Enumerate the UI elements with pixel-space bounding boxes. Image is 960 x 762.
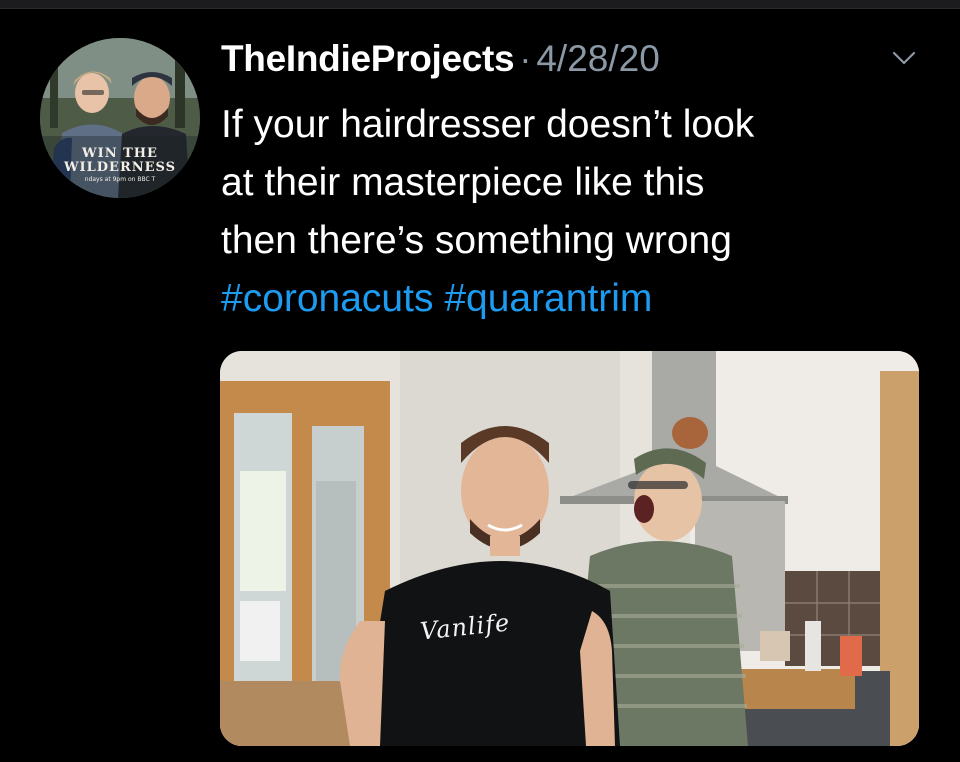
tweet-body: If your hairdresser doesn’t look at thei… bbox=[221, 96, 921, 328]
avatar-banner-line1: WIN THE bbox=[82, 146, 158, 161]
hashtag-link[interactable]: #quarantrim bbox=[444, 277, 652, 320]
separator-dot: · bbox=[519, 38, 532, 79]
hashtag-link[interactable]: #coronacuts bbox=[221, 277, 433, 320]
tweet-media-photo[interactable]: Vanlife bbox=[220, 351, 919, 746]
avatar-banner-line3: ndays at 9pm on BBC T bbox=[84, 176, 156, 183]
hashtag-line: #coronacuts #quarantrim bbox=[221, 270, 921, 328]
top-divider bbox=[0, 0, 960, 9]
avatar-banner-line2: WILDERNESS bbox=[63, 160, 177, 175]
tweet-header: TheIndieProjects · 4/28/20 bbox=[221, 38, 660, 82]
kitchen-photo bbox=[220, 351, 919, 746]
tweet-text-line: then there’s something wrong bbox=[221, 219, 732, 262]
chevron-down-icon[interactable] bbox=[890, 48, 918, 68]
tweet-text-line: at their masterpiece like this bbox=[221, 161, 705, 204]
tweet-date-link[interactable]: 4/28/20 bbox=[536, 38, 659, 80]
tweet-text-line: If your hairdresser doesn’t look bbox=[221, 103, 755, 146]
username-link[interactable]: TheIndieProjects bbox=[221, 38, 515, 80]
profile-avatar[interactable]: WIN THE WILDERNESS ndays at 9pm on BBC T bbox=[40, 38, 200, 198]
